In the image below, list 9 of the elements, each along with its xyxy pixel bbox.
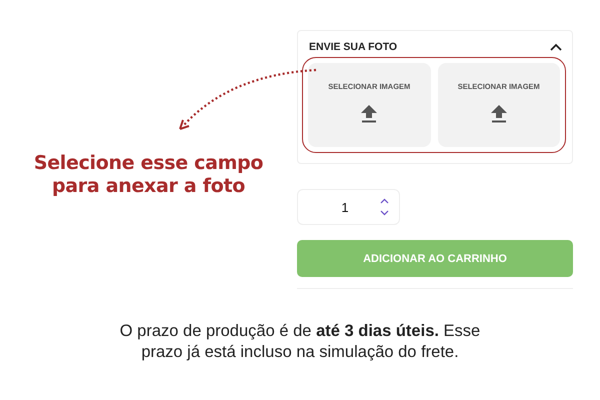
chevron-up-icon[interactable] (550, 43, 562, 51)
upload-icon (361, 105, 378, 123)
decrement-icon[interactable] (380, 210, 389, 216)
production-note: O prazo de produção é de até 3 dias úteis. Esse prazo já está incluso na simulação do frete. (118, 321, 482, 363)
increment-icon[interactable] (380, 198, 389, 204)
upload-icon (490, 105, 507, 123)
panel-title: ENVIE SUA FOTO (309, 41, 398, 53)
quantity-field[interactable]: 1 (297, 189, 400, 225)
annotation-text: Selecione esse campo para anexar a foto (34, 152, 264, 199)
